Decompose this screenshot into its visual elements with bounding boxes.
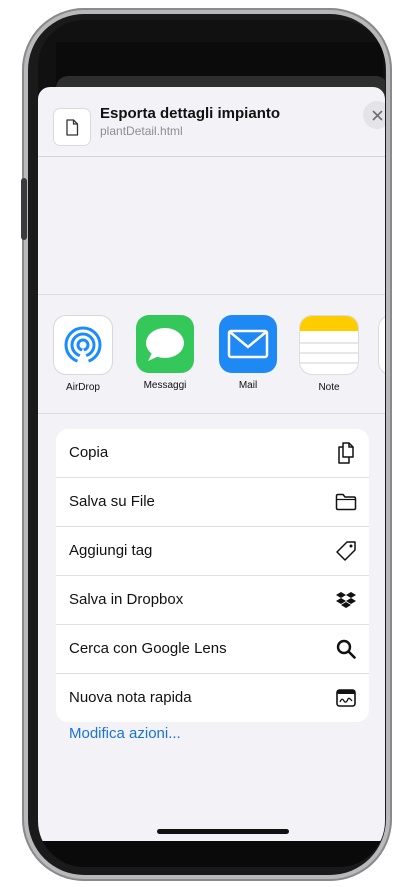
notes-icon — [299, 315, 359, 375]
airdrop-icon — [53, 315, 113, 375]
action-quick-note[interactable]: Nuova nota rapida — [56, 674, 369, 722]
action-google-lens[interactable]: Cerca con Google Lens — [56, 625, 369, 674]
messages-icon — [136, 315, 194, 373]
copy-icon — [334, 441, 358, 465]
share-app-airdrop[interactable]: AirDrop — [48, 315, 118, 393]
close-icon — [372, 110, 382, 120]
share-title: Esporta dettagli impianto — [100, 105, 281, 122]
close-button[interactable] — [363, 101, 385, 129]
folder-icon — [334, 490, 358, 514]
side-volume-button — [21, 178, 27, 240]
action-label: Salva su File — [69, 493, 155, 510]
quick-note-icon — [334, 686, 358, 710]
share-header: Esporta dettagli impianto plantDetail.ht… — [38, 87, 385, 157]
screen-bottom-area — [38, 841, 385, 867]
search-icon — [334, 637, 358, 661]
app-label-messages: Messaggi — [143, 380, 187, 391]
dropbox-icon — [334, 588, 358, 612]
actions-list: Copia Salva su File Aggiungi tag Salva i… — [56, 429, 369, 722]
document-icon — [66, 118, 79, 136]
phone-screen: Esporta dettagli impianto plantDetail.ht… — [38, 20, 385, 867]
action-label: Nuova nota rapida — [69, 689, 192, 706]
app-label-airdrop: AirDrop — [66, 382, 100, 393]
action-label: Salva in Dropbox — [69, 591, 184, 608]
action-copy[interactable]: Copia — [56, 429, 369, 478]
action-label: Cerca con Google Lens — [69, 640, 227, 657]
share-app-partial[interactable] — [378, 315, 385, 375]
share-app-mail[interactable]: Mail — [213, 315, 283, 391]
tag-icon — [334, 539, 358, 563]
share-app-messages[interactable]: Messaggi — [130, 315, 200, 391]
more-app-icon — [378, 315, 385, 375]
document-thumbnail — [53, 108, 91, 146]
share-apps-row: AirDrop Messaggi Mail Note — [38, 294, 385, 414]
action-add-tag[interactable]: Aggiungi tag — [56, 527, 369, 576]
home-indicator[interactable] — [157, 829, 289, 834]
mail-icon — [219, 315, 277, 373]
action-label: Copia — [69, 444, 109, 461]
share-app-notes[interactable]: Note — [294, 315, 364, 393]
edit-actions-link[interactable]: Modifica azioni... — [69, 725, 181, 742]
share-sheet: Esporta dettagli impianto plantDetail.ht… — [38, 87, 385, 841]
share-filename: plantDetail.html — [100, 124, 183, 138]
app-label-mail: Mail — [238, 380, 258, 391]
action-label: Aggiungi tag — [69, 542, 153, 559]
action-save-dropbox[interactable]: Salva in Dropbox — [56, 576, 369, 625]
app-label-notes: Note — [318, 382, 340, 393]
action-save-to-files[interactable]: Salva su File — [56, 478, 369, 527]
